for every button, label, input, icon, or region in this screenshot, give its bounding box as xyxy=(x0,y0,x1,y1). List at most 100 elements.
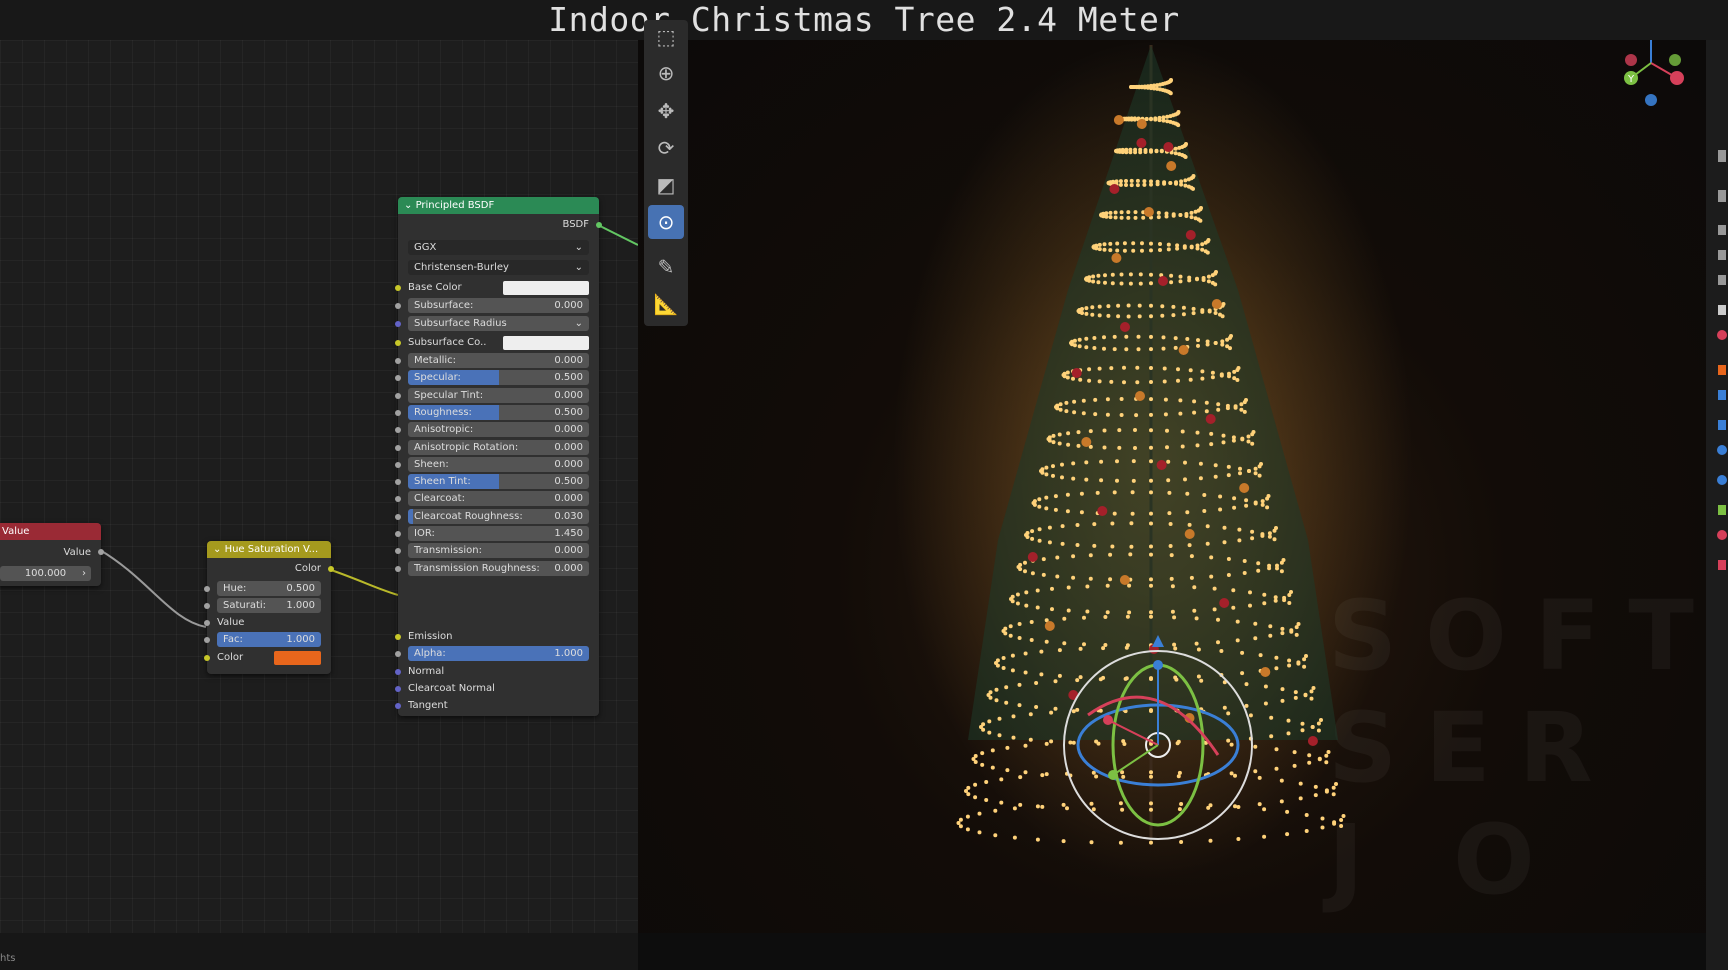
light-bulb xyxy=(1060,541,1065,546)
light-bulb xyxy=(988,690,993,695)
fac-input-socket[interactable] xyxy=(204,637,210,643)
principled-field[interactable]: Transmission Roughness: 0.000 xyxy=(408,560,589,576)
subsurface-radius-dropdown[interactable]: Subsurface Radius ⌄ xyxy=(408,316,589,331)
principled-field[interactable]: Metallic: 0.000 xyxy=(408,353,589,368)
saturation-input-socket[interactable] xyxy=(204,603,210,609)
saturation-field[interactable]: Saturati: 1.000 xyxy=(217,598,321,613)
light-bulb xyxy=(1316,728,1321,733)
hue-output-socket[interactable] xyxy=(328,566,334,572)
title-bar: Indoor Christmas Tree 2.4 Meter xyxy=(0,0,1728,40)
subsurface-radius-socket[interactable] xyxy=(395,321,401,327)
principled-field[interactable]: Transmission: 0.000 xyxy=(408,543,589,559)
select-box-tool-icon[interactable]: ⬚ xyxy=(648,20,684,54)
transform-tool-icon[interactable]: ⊙ xyxy=(648,205,684,239)
distribution-dropdown[interactable]: GGX ⌄ xyxy=(408,240,589,255)
hue-saturation-node[interactable]: ⌄ Hue Saturation V... Color Hue: 0.500 S… xyxy=(204,541,334,674)
normal-socket[interactable] xyxy=(395,669,401,675)
light-bulb xyxy=(1274,766,1279,771)
collapse-arrow-icon[interactable]: ⌄ xyxy=(213,544,225,555)
rotate-tool-icon[interactable]: ⟳ xyxy=(648,131,684,165)
color-swatch[interactable] xyxy=(274,651,321,665)
value-node[interactable]: Value Value 100.000 › xyxy=(0,523,104,586)
field-input-socket[interactable] xyxy=(395,496,401,503)
base-color-socket[interactable] xyxy=(395,285,401,291)
principled-header[interactable]: ⌄ Principled BSDF xyxy=(398,197,599,214)
principled-field[interactable]: Clearcoat: 0.000 xyxy=(408,491,589,507)
subsurface-socket[interactable] xyxy=(395,303,401,309)
field-input-socket[interactable] xyxy=(395,565,401,572)
principled-field[interactable]: Sheen Tint: 0.500 xyxy=(408,474,589,490)
principled-field[interactable]: Sheen: 0.000 xyxy=(408,456,589,472)
light-bulb xyxy=(1203,240,1208,245)
alpha-field[interactable]: Alpha: 1.000 xyxy=(408,646,589,661)
principled-bsdf-node[interactable]: ⌄ Principled BSDF BSDF GGX ⌄ Christensen… xyxy=(395,197,602,716)
bsdf-output-socket[interactable] xyxy=(596,222,602,228)
field-input-socket[interactable] xyxy=(395,513,401,520)
principled-field[interactable]: Clearcoat Roughness: 0.030 xyxy=(408,508,589,524)
light-bulb xyxy=(1196,343,1200,348)
cursor-tool-icon[interactable]: ⊕ xyxy=(648,56,684,90)
principled-field[interactable]: Specular Tint: 0.000 xyxy=(408,387,589,403)
alpha-socket[interactable] xyxy=(395,651,401,657)
subsurface-field[interactable]: Subsurface: 0.000 xyxy=(408,298,589,313)
clearcoat-normal-socket[interactable] xyxy=(395,686,401,692)
base-color-swatch[interactable] xyxy=(503,281,589,295)
field-input-socket[interactable] xyxy=(395,427,401,434)
value-field[interactable]: 100.000 › xyxy=(0,566,91,581)
light-bulb xyxy=(1071,554,1076,559)
principled-field[interactable]: Anisotropic: 0.000 xyxy=(408,422,589,438)
collapse-arrow-icon[interactable]: ⌄ xyxy=(404,200,416,211)
move-tool-icon[interactable]: ✥ xyxy=(648,94,684,128)
light-bulb xyxy=(1071,476,1076,481)
annotate-tool-icon[interactable]: ✎ xyxy=(648,250,684,284)
light-bulb xyxy=(1099,478,1104,483)
hue-label: Hue: xyxy=(223,583,247,594)
light-bulb xyxy=(1164,211,1169,216)
field-input-socket[interactable] xyxy=(395,358,401,364)
value-node-header[interactable]: Value xyxy=(0,523,101,540)
light-bulb xyxy=(977,811,982,816)
light-bulb xyxy=(1124,147,1129,152)
field-input-socket[interactable] xyxy=(395,444,401,451)
light-bulb xyxy=(1272,528,1277,533)
measure-tool-icon[interactable]: 📐 xyxy=(648,287,684,321)
light-bulb xyxy=(1274,666,1279,671)
emission-socket[interactable] xyxy=(395,634,401,640)
fac-field[interactable]: Fac: 1.000 xyxy=(217,632,321,647)
subsurface-color-socket[interactable] xyxy=(395,340,401,346)
hue-field[interactable]: Hue: 0.500 xyxy=(217,581,321,596)
properties-tab-icons[interactable] xyxy=(1706,150,1728,630)
field-input-socket[interactable] xyxy=(395,375,401,382)
transform-gizmo[interactable] xyxy=(1048,635,1268,855)
field-label: Sheen Tint: xyxy=(414,476,471,488)
value-input-socket[interactable] xyxy=(204,620,210,626)
principled-field[interactable]: Roughness: 0.500 xyxy=(408,404,589,420)
hue-saturation-header[interactable]: ⌄ Hue Saturation V... xyxy=(207,541,331,558)
link-value-to-hue xyxy=(99,549,207,628)
principled-field[interactable]: Specular: 0.500 xyxy=(408,370,589,386)
light-bulb xyxy=(1149,583,1153,588)
field-input-socket[interactable] xyxy=(395,548,401,555)
light-bulb xyxy=(1023,560,1027,565)
value-output-socket[interactable] xyxy=(98,549,104,555)
subsurface-color-swatch[interactable] xyxy=(503,336,589,350)
tangent-socket[interactable] xyxy=(395,703,401,709)
properties-tab-strip[interactable] xyxy=(1706,40,1728,970)
field-input-socket[interactable] xyxy=(395,531,401,537)
field-input-socket[interactable] xyxy=(395,461,401,468)
scale-tool-icon[interactable]: ◩ xyxy=(648,168,684,202)
principled-field[interactable]: Anisotropic Rotation: 0.000 xyxy=(408,439,589,455)
3d-viewport[interactable]: SOFT SER J O Z xyxy=(638,40,1706,933)
subsurface-method-dropdown[interactable]: Christensen-Burley ⌄ xyxy=(408,260,589,275)
node-editor[interactable]: Value Value 100.000 › ⌄ Hue Saturation V… xyxy=(0,40,638,933)
normal-label: Normal xyxy=(408,666,445,677)
light-bulb xyxy=(1287,601,1292,605)
field-input-socket[interactable] xyxy=(395,479,401,486)
navigation-gizmo[interactable]: Z Y xyxy=(1613,40,1693,108)
field-input-socket[interactable] xyxy=(395,392,401,399)
field-input-socket[interactable] xyxy=(395,409,401,416)
principled-field[interactable]: IOR: 1.450 xyxy=(408,526,589,541)
color-input-socket[interactable] xyxy=(204,655,210,661)
hue-input-socket[interactable] xyxy=(204,586,210,592)
fac-value: 1.000 xyxy=(286,634,315,645)
